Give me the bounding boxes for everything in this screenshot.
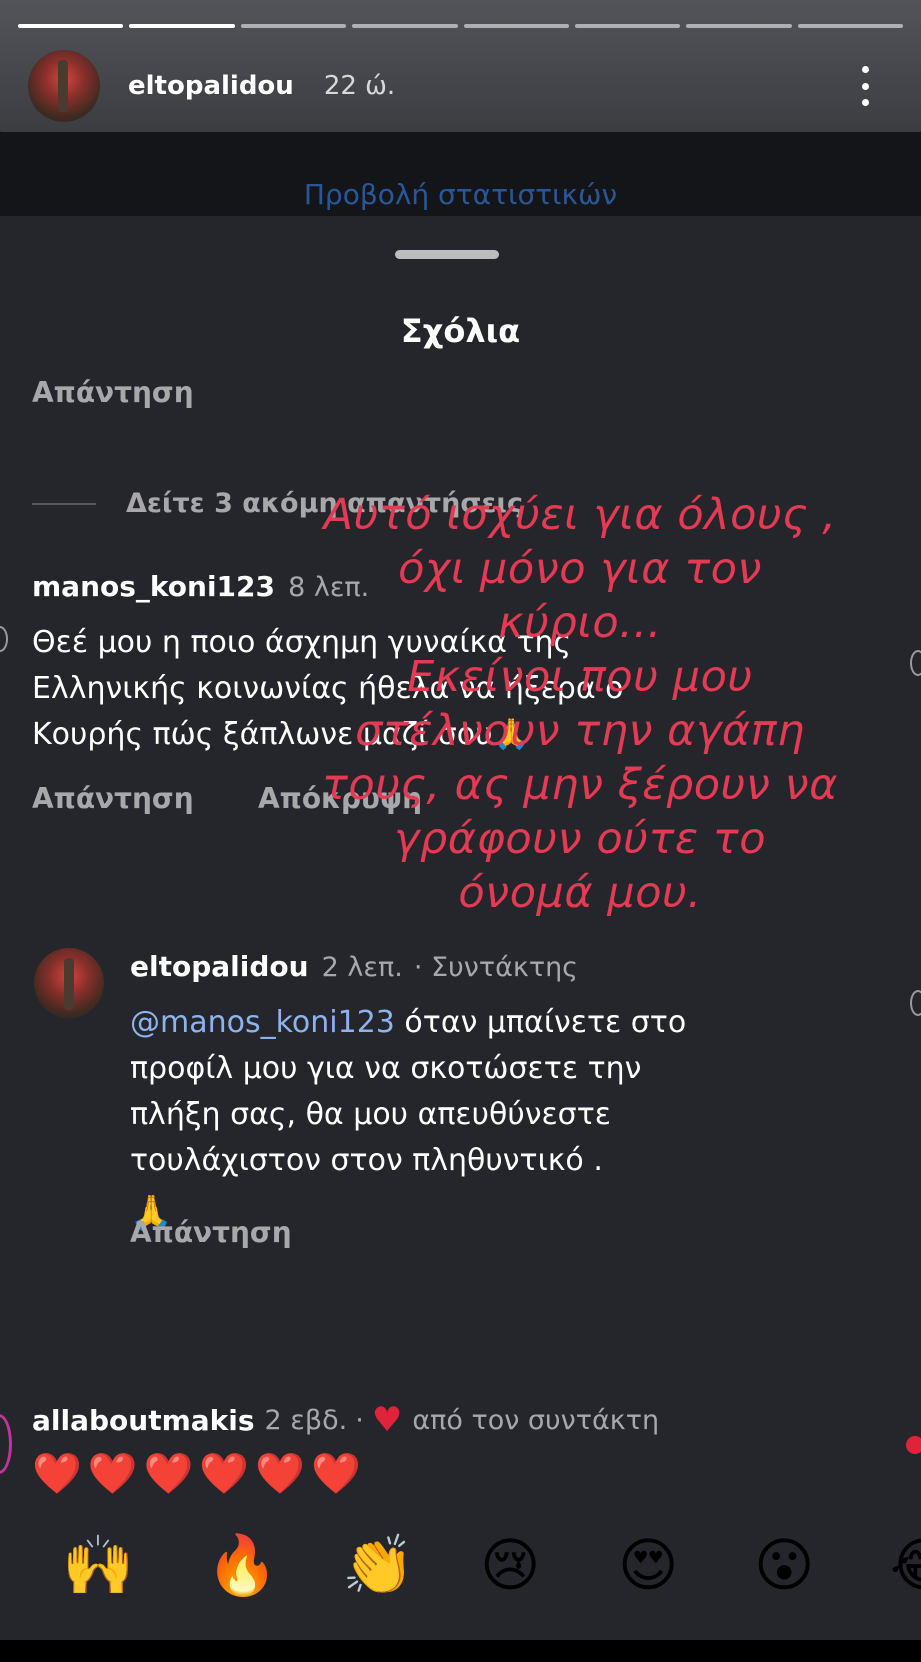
clapping-hands-icon[interactable]: 👏 (342, 1530, 414, 1600)
sheet-title: Σχόλια (400, 312, 521, 350)
story-ring (0, 1414, 12, 1474)
comment-text: @manos_koni123 όταν μπαίνετε στο προφίλ … (130, 1005, 687, 1233)
like-icon[interactable] (910, 990, 921, 1016)
sheet-drag-handle[interactable] (395, 250, 499, 259)
raising-hands-icon[interactable]: 🙌 (62, 1530, 134, 1600)
like-icon[interactable] (910, 650, 921, 676)
comment-header: eltopalidou 2 λεπ. · Συντάκτης (130, 950, 578, 983)
story-time: 22 ώ. (323, 71, 396, 101)
reaction-bar: 🙌 🔥 👏 😢 😍 😮 😂 (0, 1530, 921, 1620)
comment-time: 2 εβδ. (264, 1404, 348, 1436)
story-user[interactable]: eltopalidou 22 ώ. (28, 50, 395, 122)
story-screen: eltopalidou 22 ώ. Προβολή στατιστικών Σχ… (0, 0, 921, 1662)
liked-by-author: από τον συντάκτη (412, 1404, 660, 1436)
bottom-edge (0, 1640, 921, 1662)
comments-sheet: Σχόλια Απάντηση Δείτε 3 ακόμη απαντήσεις… (0, 216, 921, 1662)
like-icon[interactable] (906, 1436, 921, 1454)
comment-time: 2 λεπ. (321, 952, 403, 983)
comment-username[interactable]: allaboutmakis (32, 1404, 255, 1437)
avatar[interactable] (28, 50, 100, 122)
comment-username[interactable]: eltopalidou (130, 950, 309, 983)
reply-button[interactable]: Απάντηση (32, 782, 194, 815)
heart-eyes-icon[interactable]: 😍 (618, 1530, 678, 1600)
crying-face-icon[interactable]: 😢 (480, 1530, 540, 1600)
avatar-edge (0, 626, 8, 652)
mention-link[interactable]: @manos_koni123 (130, 1005, 395, 1040)
more-options-icon[interactable] (859, 66, 871, 106)
story-overlay-text: Αυτό ισχύει για όλους , όχι μόνο για τον… (322, 490, 838, 918)
story-header: eltopalidou 22 ώ. (0, 0, 921, 132)
surprised-face-icon[interactable]: 😮 (754, 1530, 814, 1600)
story-username[interactable]: eltopalidou (128, 71, 294, 101)
reply-button[interactable]: Απάντηση (32, 376, 194, 409)
fire-icon[interactable]: 🔥 (206, 1530, 278, 1600)
laughing-face-icon[interactable]: 😂 (890, 1530, 921, 1600)
author-badge: · Συντάκτης (413, 952, 579, 983)
comment-text: ❤️❤️❤️❤️❤️❤️ (32, 1451, 367, 1497)
reply-button[interactable]: Απάντηση (130, 1216, 292, 1249)
comment-username[interactable]: manos_koni123 (32, 570, 275, 603)
story-progress-bar (18, 24, 903, 28)
avatar[interactable] (34, 948, 104, 1018)
liked-heart-icon: ♥ (371, 1400, 403, 1440)
comment-header: allaboutmakis 2 εβδ. · ♥ από τον συντάκτ… (32, 1400, 660, 1440)
view-stats-link[interactable]: Προβολή στατιστικών (0, 178, 921, 211)
